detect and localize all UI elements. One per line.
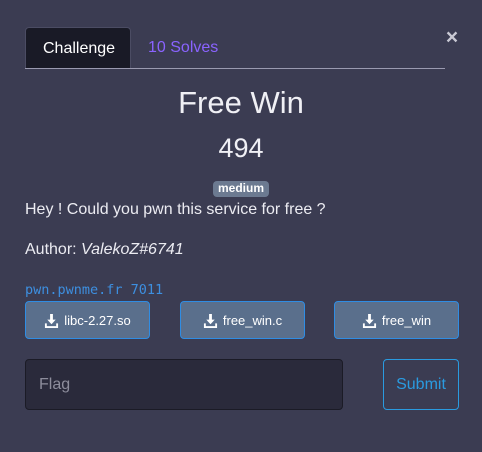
submit-button[interactable]: Submit bbox=[383, 359, 459, 410]
author-label: Author: bbox=[25, 241, 77, 258]
flag-input[interactable] bbox=[25, 359, 343, 410]
challenge-author: Author: ValekoZ#6741 bbox=[25, 241, 184, 259]
connection-info: pwn.pwnme.fr 7011 bbox=[25, 282, 164, 298]
file-name: free_win bbox=[381, 312, 432, 328]
tab-bar: Challenge 10 Solves bbox=[25, 27, 445, 69]
download-icon bbox=[362, 313, 376, 328]
file-name: free_win.c bbox=[222, 312, 283, 328]
difficulty-badge-wrapper: medium bbox=[0, 179, 482, 197]
file-download-button-source[interactable]: free_win.c bbox=[180, 301, 305, 339]
file-download-button-libc[interactable]: libc-2.27.so bbox=[25, 301, 150, 339]
file-download-button-binary[interactable]: free_win bbox=[334, 301, 459, 339]
file-name: libc-2.27.so bbox=[64, 312, 131, 328]
tab-solves[interactable]: 10 Solves bbox=[131, 27, 235, 68]
download-icon bbox=[203, 313, 217, 328]
challenge-description: Hey ! Could you pwn this service for fre… bbox=[25, 201, 326, 218]
download-icon bbox=[45, 313, 59, 328]
challenge-value: 494 bbox=[218, 133, 264, 163]
close-icon[interactable]: × bbox=[443, 27, 461, 48]
difficulty-badge: medium bbox=[212, 181, 269, 197]
author-name: ValekoZ#6741 bbox=[81, 241, 184, 258]
tab-challenge[interactable]: Challenge bbox=[25, 27, 131, 68]
challenge-name: Free Win bbox=[178, 85, 304, 120]
